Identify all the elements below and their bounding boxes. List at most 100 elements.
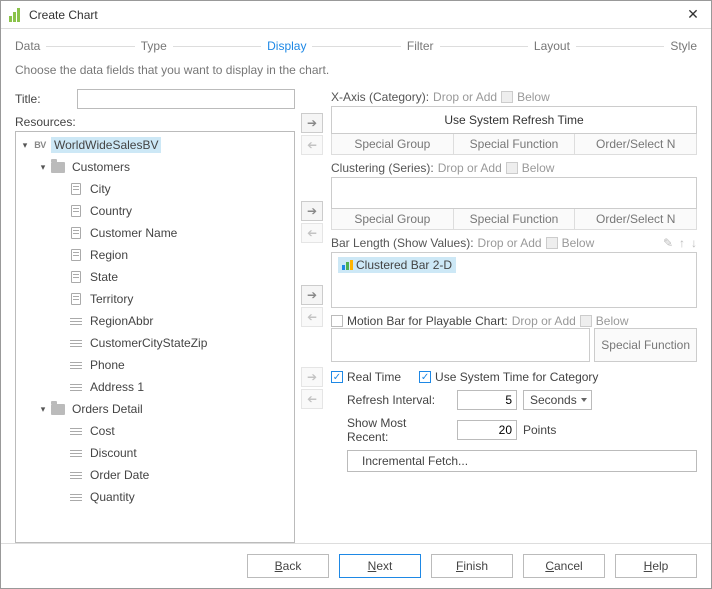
clustering-dropzone[interactable]: [331, 177, 697, 209]
step-style[interactable]: Style: [670, 37, 697, 55]
barlength-dropzone[interactable]: Clustered Bar 2-D: [331, 252, 697, 308]
field-icon: [67, 226, 85, 240]
placeholder-icon: [580, 315, 592, 327]
wizard-steps: Data Type Display Filter Layout Style: [1, 29, 711, 61]
xaxis-content: Use System Refresh Time: [444, 113, 583, 127]
title-input[interactable]: [77, 89, 295, 109]
resources-label: Resources:: [15, 115, 295, 129]
tree-label: City: [87, 181, 114, 197]
left-panel: Title: Resources: ▾BVWorldWideSalesBV▾Cu…: [15, 89, 295, 543]
tree-node[interactable]: Quantity: [16, 486, 294, 508]
tree-node[interactable]: State: [16, 266, 294, 288]
text-field-icon: [67, 490, 85, 504]
remove-motion-button[interactable]: ➔: [301, 389, 323, 409]
text-field-icon: [67, 468, 85, 482]
refresh-unit-select[interactable]: Seconds: [523, 390, 592, 410]
tree-node[interactable]: Territory: [16, 288, 294, 310]
transfer-buttons: ➔ ➔ ➔ ➔ ➔ ➔ ➔ ➔: [295, 89, 329, 543]
motion-label: Motion Bar for Playable Chart: Drop or A…: [331, 314, 697, 328]
motion-checkbox[interactable]: [331, 315, 343, 327]
tab-special-function[interactable]: Special Function: [454, 134, 576, 155]
add-xaxis-button[interactable]: ➔: [301, 113, 323, 133]
step-data[interactable]: Data: [15, 37, 40, 55]
special-function-button[interactable]: Special Function: [594, 328, 697, 362]
realtime-label: Real Time: [347, 370, 401, 384]
tree-node[interactable]: Customer Name: [16, 222, 294, 244]
tree-node[interactable]: Order Date: [16, 464, 294, 486]
right-panel: X-Axis (Category): Drop or Add Below Use…: [329, 89, 697, 543]
tree-node[interactable]: CustomerCityStateZip: [16, 332, 294, 354]
cancel-button[interactable]: Cancel: [523, 554, 605, 578]
tree-node[interactable]: Country: [16, 200, 294, 222]
move-up-icon[interactable]: ↑: [679, 236, 685, 250]
tree-node[interactable]: Discount: [16, 442, 294, 464]
edit-icon[interactable]: ✎: [663, 236, 673, 250]
xaxis-tabs: Special Group Special Function Order/Sel…: [331, 134, 697, 155]
xaxis-dropzone[interactable]: Use System Refresh Time: [331, 106, 697, 134]
next-button[interactable]: Next: [339, 554, 421, 578]
tree-label: RegionAbbr: [87, 313, 156, 329]
step-layout[interactable]: Layout: [534, 37, 570, 55]
tab-order-select-n[interactable]: Order/Select N: [575, 209, 697, 230]
add-motion-button[interactable]: ➔: [301, 367, 323, 387]
show-most-recent-input[interactable]: [457, 420, 517, 440]
refresh-interval-input[interactable]: [457, 390, 517, 410]
step-type[interactable]: Type: [141, 37, 167, 55]
realtime-checkbox[interactable]: ✓: [331, 371, 343, 383]
resources-tree[interactable]: ▾BVWorldWideSalesBV▾Customers City Country…: [15, 131, 295, 543]
use-system-time-checkbox[interactable]: ✓: [419, 371, 431, 383]
remove-clustering-button[interactable]: ➔: [301, 223, 323, 243]
tree-node[interactable]: Address 1: [16, 376, 294, 398]
tab-special-group[interactable]: Special Group: [331, 209, 454, 230]
tab-special-group[interactable]: Special Group: [331, 134, 454, 155]
tree-node[interactable]: ▾ Orders Detail: [16, 398, 294, 420]
close-icon[interactable]: ✕: [683, 6, 703, 23]
tree-node[interactable]: City: [16, 178, 294, 200]
help-button[interactable]: Help: [615, 554, 697, 578]
tree-label: Address 1: [87, 379, 147, 395]
tab-special-function[interactable]: Special Function: [454, 209, 576, 230]
wizard-subtitle: Choose the data fields that you want to …: [1, 61, 711, 89]
create-chart-dialog: Create Chart ✕ Data Type Display Filter …: [0, 0, 712, 589]
caret-icon[interactable]: ▾: [38, 162, 48, 173]
refresh-interval-label: Refresh Interval:: [331, 393, 451, 407]
add-barlength-button[interactable]: ➔: [301, 285, 323, 305]
tree-node[interactable]: Region: [16, 244, 294, 266]
tree-node[interactable]: RegionAbbr: [16, 310, 294, 332]
step-display[interactable]: Display: [267, 37, 306, 55]
tree-node[interactable]: Phone: [16, 354, 294, 376]
tree-label: CustomerCityStateZip: [87, 335, 210, 351]
tree-node[interactable]: Cost: [16, 420, 294, 442]
tree-label: Orders Detail: [69, 401, 146, 417]
titlebar: Create Chart ✕: [1, 1, 711, 29]
caret-icon[interactable]: ▾: [20, 140, 30, 151]
tree-node[interactable]: ▾Customers: [16, 156, 294, 178]
back-button[interactable]: Back: [247, 554, 329, 578]
remove-xaxis-button[interactable]: ➔: [301, 135, 323, 155]
barlength-chip[interactable]: Clustered Bar 2-D: [338, 257, 456, 273]
step-filter[interactable]: Filter: [407, 37, 434, 55]
incremental-fetch-button[interactable]: Incremental Fetch...: [347, 450, 697, 472]
remove-barlength-button[interactable]: ➔: [301, 307, 323, 327]
tree-node[interactable]: ▾BVWorldWideSalesBV: [16, 134, 294, 156]
title-label: Title:: [15, 92, 73, 106]
app-icon: [9, 8, 23, 22]
recent-unit-label: Points: [523, 423, 556, 437]
field-icon: [67, 204, 85, 218]
motion-dropzone[interactable]: [331, 328, 590, 362]
clustering-tabs: Special Group Special Function Order/Sel…: [331, 209, 697, 230]
text-field-icon: [67, 358, 85, 372]
text-field-icon: [67, 336, 85, 350]
tab-order-select-n[interactable]: Order/Select N: [575, 134, 697, 155]
tree-label: Country: [87, 203, 135, 219]
add-clustering-button[interactable]: ➔: [301, 201, 323, 221]
tree-label: Phone: [87, 357, 128, 373]
move-down-icon[interactable]: ↓: [691, 236, 697, 250]
show-most-recent-label: Show Most Recent:: [331, 416, 451, 444]
use-system-time-label: Use System Time for Category: [435, 370, 598, 384]
caret-icon[interactable]: ▾: [38, 404, 48, 415]
finish-button[interactable]: Finish: [431, 554, 513, 578]
folder-icon: [49, 160, 67, 174]
field-icon: [67, 182, 85, 196]
text-field-icon: [67, 446, 85, 460]
